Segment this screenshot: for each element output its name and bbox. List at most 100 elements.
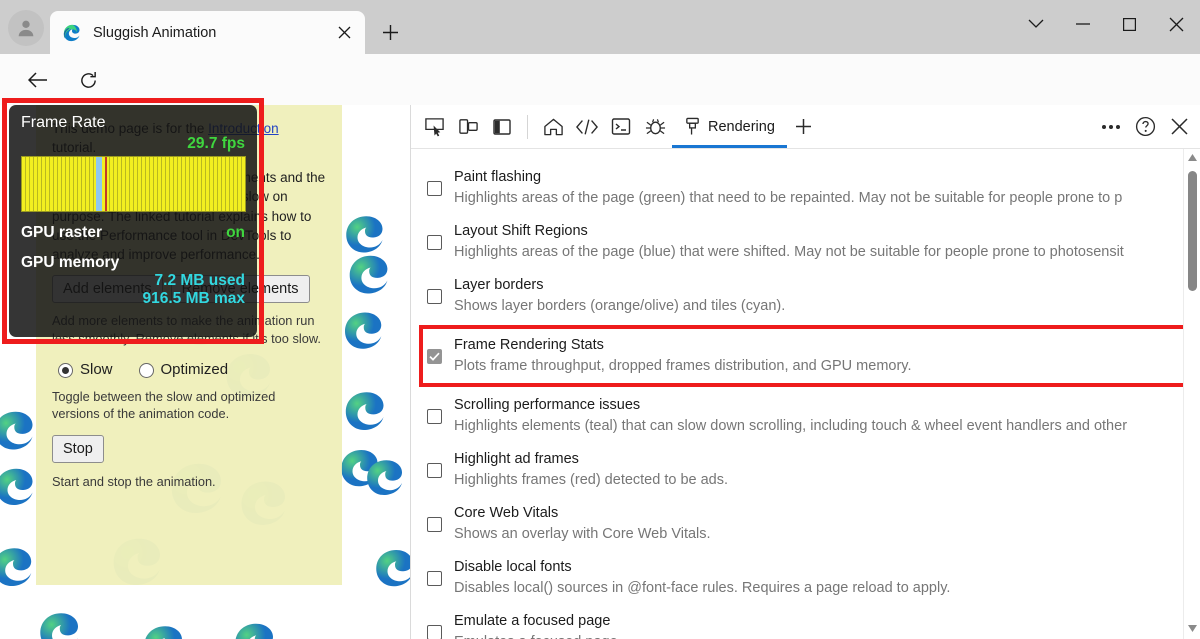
rendering-option-row[interactable]: Layout Shift Regions Highlights areas of … (411, 215, 1200, 269)
stop-hint: Start and stop the animation. (52, 474, 216, 490)
minimize-button[interactable] (1059, 0, 1106, 48)
tab-rendering[interactable]: Rendering (672, 106, 787, 148)
scroll-up-arrow[interactable] (1184, 149, 1200, 166)
frame-rate-overlay-annotation (2, 98, 264, 344)
option-checkbox[interactable] (427, 625, 442, 639)
rendering-options-list: Paint flashing Highlights areas of the pa… (411, 149, 1200, 639)
option-checkbox[interactable] (427, 517, 442, 533)
triangle-up-icon (1187, 154, 1197, 161)
option-label: Layer borders (454, 277, 544, 294)
option-text: Frame Rendering Stats Plots frame through… (454, 335, 1188, 377)
question-mark-icon (1135, 116, 1155, 137)
option-description: Highlights areas of the page (blue) that… (454, 244, 1124, 261)
profile-avatar[interactable] (8, 10, 44, 46)
close-icon (1170, 118, 1188, 135)
animation-mode-radios: Slow Optimized (58, 359, 326, 380)
scrollbar-thumb[interactable] (1188, 171, 1197, 291)
plus-icon (796, 119, 812, 134)
console-panel-icon[interactable] (604, 110, 638, 144)
option-description: Highlights areas of the page (green) tha… (454, 190, 1123, 207)
tab-title: Sluggish Animation (93, 24, 217, 41)
ellipsis-icon (1102, 124, 1120, 129)
option-text: Disable local fonts Disables local() sour… (454, 557, 1200, 599)
device-glyph (458, 119, 478, 134)
home-icon[interactable] (536, 110, 570, 144)
rendering-option-row[interactable]: Highlight ad frames Highlights frames (re… (411, 443, 1200, 497)
inspect-glyph (424, 118, 444, 137)
rendering-option-row[interactable]: Frame Rendering Stats Plots frame through… (419, 325, 1192, 388)
option-checkbox[interactable] (427, 409, 442, 425)
scroll-down-arrow[interactable] (1184, 620, 1200, 637)
tab-rendering-label: Rendering (708, 118, 775, 135)
devtools-more-button[interactable] (1094, 110, 1128, 144)
reload-button[interactable] (70, 62, 106, 98)
sources-debug-icon[interactable] (638, 110, 672, 144)
rendering-option-row[interactable]: Disable local fonts Disables local() sour… (411, 551, 1200, 605)
devtools-close-button[interactable] (1162, 110, 1196, 144)
option-label: Emulate a focused page (454, 613, 611, 630)
close-window-button[interactable] (1153, 0, 1200, 48)
rendering-option-row[interactable]: Paint flashing Highlights areas of the pa… (411, 161, 1200, 215)
rendering-option-row[interactable]: Scrolling performance issues Highlights e… (411, 389, 1200, 443)
option-description: Plots frame throughput, dropped frames d… (454, 358, 912, 375)
maximize-icon (1123, 17, 1136, 31)
device-emulation-icon[interactable] (451, 110, 485, 144)
back-button[interactable] (20, 62, 56, 98)
reload-icon (80, 71, 96, 88)
option-label: Paint flashing (454, 169, 542, 185)
option-checkbox[interactable] (427, 571, 442, 587)
close-icon (1169, 17, 1184, 31)
radio-optimized-label: Optimized (160, 361, 229, 379)
option-text: Emulate a focused page Emulates a focused… (454, 611, 1200, 639)
dock-glyph (493, 118, 511, 135)
browser-tab[interactable]: Sluggish Animation (50, 11, 365, 54)
option-text: Core Web Vitals Shows an overlay with Cor… (454, 503, 1200, 545)
toolbar-divider (527, 114, 528, 139)
rendering-option-row[interactable]: Core Web Vitals Shows an overlay with Cor… (411, 497, 1200, 551)
devtools-toolbar-right (1094, 110, 1196, 144)
option-description: Shows an overlay with Core Web Vitals. (454, 526, 711, 543)
person-icon (18, 20, 34, 37)
option-description: Highlights elements (teal) that can slow… (454, 418, 1128, 435)
option-description: Disables local() sources in @font-face r… (454, 580, 951, 597)
option-checkbox[interactable] (427, 235, 442, 251)
tab-search-button[interactable] (1012, 0, 1059, 48)
option-text: Highlight ad frames Highlights frames (re… (454, 449, 1200, 491)
devtools-panel: Rendering Paint flashing Highlights area… (410, 105, 1200, 639)
option-checkbox[interactable] (427, 289, 442, 305)
rendering-option-row[interactable]: Emulate a focused page Emulates a focused… (411, 605, 1200, 639)
minimize-icon (1075, 23, 1090, 25)
edge-logo-icon (63, 24, 80, 41)
chevron-down-icon (1028, 19, 1043, 28)
option-checkbox[interactable] (427, 349, 442, 365)
rendering-option-row[interactable]: Layer borders Shows layer borders (orange… (411, 269, 1200, 323)
inspect-element-icon[interactable] (417, 110, 451, 144)
maximize-button[interactable] (1106, 0, 1153, 48)
option-label: Disable local fonts (454, 559, 572, 576)
option-text: Layout Shift Regions Highlights areas of … (454, 221, 1200, 263)
stop-button[interactable]: Stop (52, 435, 104, 464)
option-description: Shows layer borders (orange/olive) and t… (454, 298, 786, 315)
devtools-help-button[interactable] (1128, 110, 1162, 144)
devtools-scrollbar[interactable] (1183, 149, 1200, 639)
radio-optimized[interactable] (138, 362, 154, 378)
option-text: Paint flashing Highlights areas of the pa… (454, 167, 1200, 209)
browser-window: Sluggish Animation and the on how to to … (0, 0, 1200, 639)
new-tab-button[interactable] (374, 16, 406, 48)
paintbrush-icon (686, 117, 699, 135)
option-description: Highlights frames (red) detected to be a… (454, 472, 729, 489)
checkmark-icon (429, 352, 440, 361)
add-panel-button[interactable] (787, 110, 821, 144)
elements-panel-icon[interactable] (570, 110, 604, 144)
option-checkbox[interactable] (427, 181, 442, 196)
dock-side-icon[interactable] (485, 110, 519, 144)
bug-glyph (645, 118, 665, 134)
triangle-down-icon (1187, 625, 1197, 632)
option-label: Scrolling performance issues (454, 397, 641, 414)
home-glyph (543, 118, 563, 135)
radio-slow[interactable] (58, 362, 73, 378)
option-checkbox[interactable] (427, 463, 442, 479)
tab-close-icon[interactable] (331, 20, 357, 46)
rendering-options-body: Paint flashing Highlights areas of the pa… (411, 149, 1200, 639)
option-label: Highlight ad frames (454, 451, 579, 468)
